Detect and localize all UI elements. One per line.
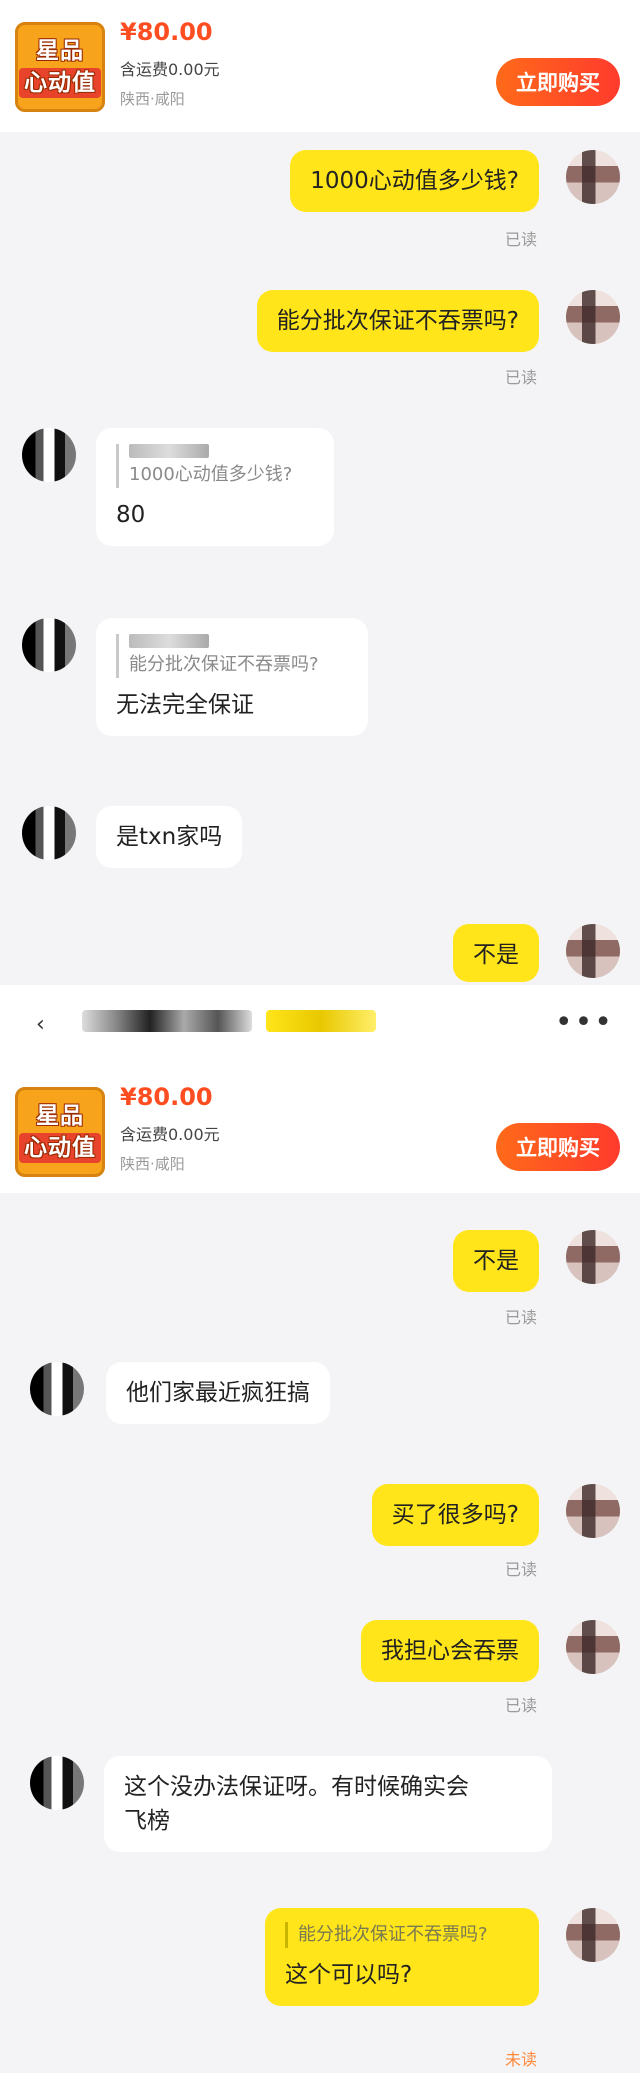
seller-message[interactable]: 能分批次保证不吞票吗? 无法完全保证	[96, 618, 368, 736]
my-message-text: 这个可以吗?	[285, 1962, 413, 1988]
product-price: ¥80.00	[120, 1083, 213, 1111]
more-icon[interactable]: •••	[555, 1005, 614, 1040]
buy-now-button[interactable]: 立即购买	[496, 58, 620, 106]
product-location: 陕西·咸阳	[120, 90, 185, 108]
my-message[interactable]: 1000心动值多少钱?	[290, 150, 539, 212]
thumbnail-text-1: 星品	[36, 1103, 84, 1129]
my-avatar[interactable]	[566, 1908, 620, 1962]
my-avatar[interactable]	[566, 150, 620, 204]
read-status: 已读	[504, 1308, 537, 1327]
seller-message[interactable]: 是txn家吗	[96, 806, 243, 868]
seller-avatar[interactable]	[22, 806, 76, 860]
read-status: 已读	[504, 230, 537, 249]
my-message[interactable]: 不是	[453, 1230, 539, 1292]
quoted-text: 能分批次保证不吞票吗?	[298, 1924, 488, 1945]
seller-message[interactable]: 他们家最近疯狂搞	[106, 1362, 330, 1424]
blurred-seller-name	[82, 1010, 252, 1032]
product-location: 陕西·咸阳	[120, 1155, 185, 1173]
quoted-text: 能分批次保证不吞票吗?	[129, 654, 319, 675]
thumbnail-text-2: 心动值	[19, 68, 101, 98]
product-shipping: 含运费0.00元	[120, 1125, 220, 1144]
thumbnail-text-2: 心动值	[19, 1133, 101, 1163]
product-thumbnail[interactable]: 星品 心动值	[15, 1087, 105, 1177]
my-avatar[interactable]	[566, 924, 620, 978]
back-icon[interactable]: ‹	[36, 1012, 45, 1037]
read-status: 已读	[504, 1560, 537, 1579]
product-card-2[interactable]: 星品 心动值 ¥80.00 含运费0.00元 陕西·咸阳 立即购买	[0, 1065, 640, 1193]
quoted-sender	[129, 444, 209, 458]
quoted-message: 能分批次保证不吞票吗?	[285, 1922, 519, 1948]
seller-avatar[interactable]	[22, 618, 76, 672]
my-avatar[interactable]	[566, 1484, 620, 1538]
product-shipping: 含运费0.00元	[120, 60, 220, 79]
quoted-message: 1000心动值多少钱?	[116, 444, 314, 488]
my-avatar[interactable]	[566, 290, 620, 344]
product-price: ¥80.00	[120, 18, 213, 46]
seller-message-text: 无法完全保证	[116, 692, 254, 718]
my-avatar[interactable]	[566, 1230, 620, 1284]
thumbnail-text-1: 星品	[36, 38, 84, 64]
unread-status: 未读	[504, 2050, 537, 2069]
seller-message-text: 80	[116, 502, 146, 528]
my-message[interactable]: 不是	[453, 924, 539, 982]
seller-avatar[interactable]	[30, 1756, 84, 1810]
seller-message-line-2: 飞榜	[124, 1808, 170, 1834]
seller-avatar[interactable]	[30, 1362, 84, 1416]
blurred-badge	[266, 1010, 376, 1032]
read-status: 已读	[504, 368, 537, 387]
seller-message-line-1: 这个没办法保证呀。有时候确实会	[124, 1774, 469, 1800]
my-message[interactable]: 我担心会吞票	[361, 1620, 539, 1682]
seller-message[interactable]: 这个没办法保证呀。有时候确实会 飞榜	[104, 1756, 552, 1852]
quoted-text: 1000心动值多少钱?	[129, 464, 293, 485]
my-avatar[interactable]	[566, 1620, 620, 1674]
my-message[interactable]: 能分批次保证不吞票吗? 这个可以吗?	[265, 1908, 539, 2006]
my-message[interactable]: 能分批次保证不吞票吗?	[256, 290, 539, 352]
read-status: 已读	[504, 1696, 537, 1715]
product-card-1[interactable]: 星品 心动值 ¥80.00 含运费0.00元 陕西·咸阳 立即购买	[0, 0, 640, 132]
my-message[interactable]: 买了很多吗?	[371, 1484, 539, 1546]
quoted-message: 能分批次保证不吞票吗?	[116, 634, 348, 678]
product-thumbnail[interactable]: 星品 心动值	[15, 22, 105, 112]
seller-avatar[interactable]	[22, 428, 76, 482]
quoted-sender	[129, 634, 209, 648]
buy-now-button[interactable]: 立即购买	[496, 1123, 620, 1171]
seller-message[interactable]: 1000心动值多少钱? 80	[96, 428, 334, 546]
